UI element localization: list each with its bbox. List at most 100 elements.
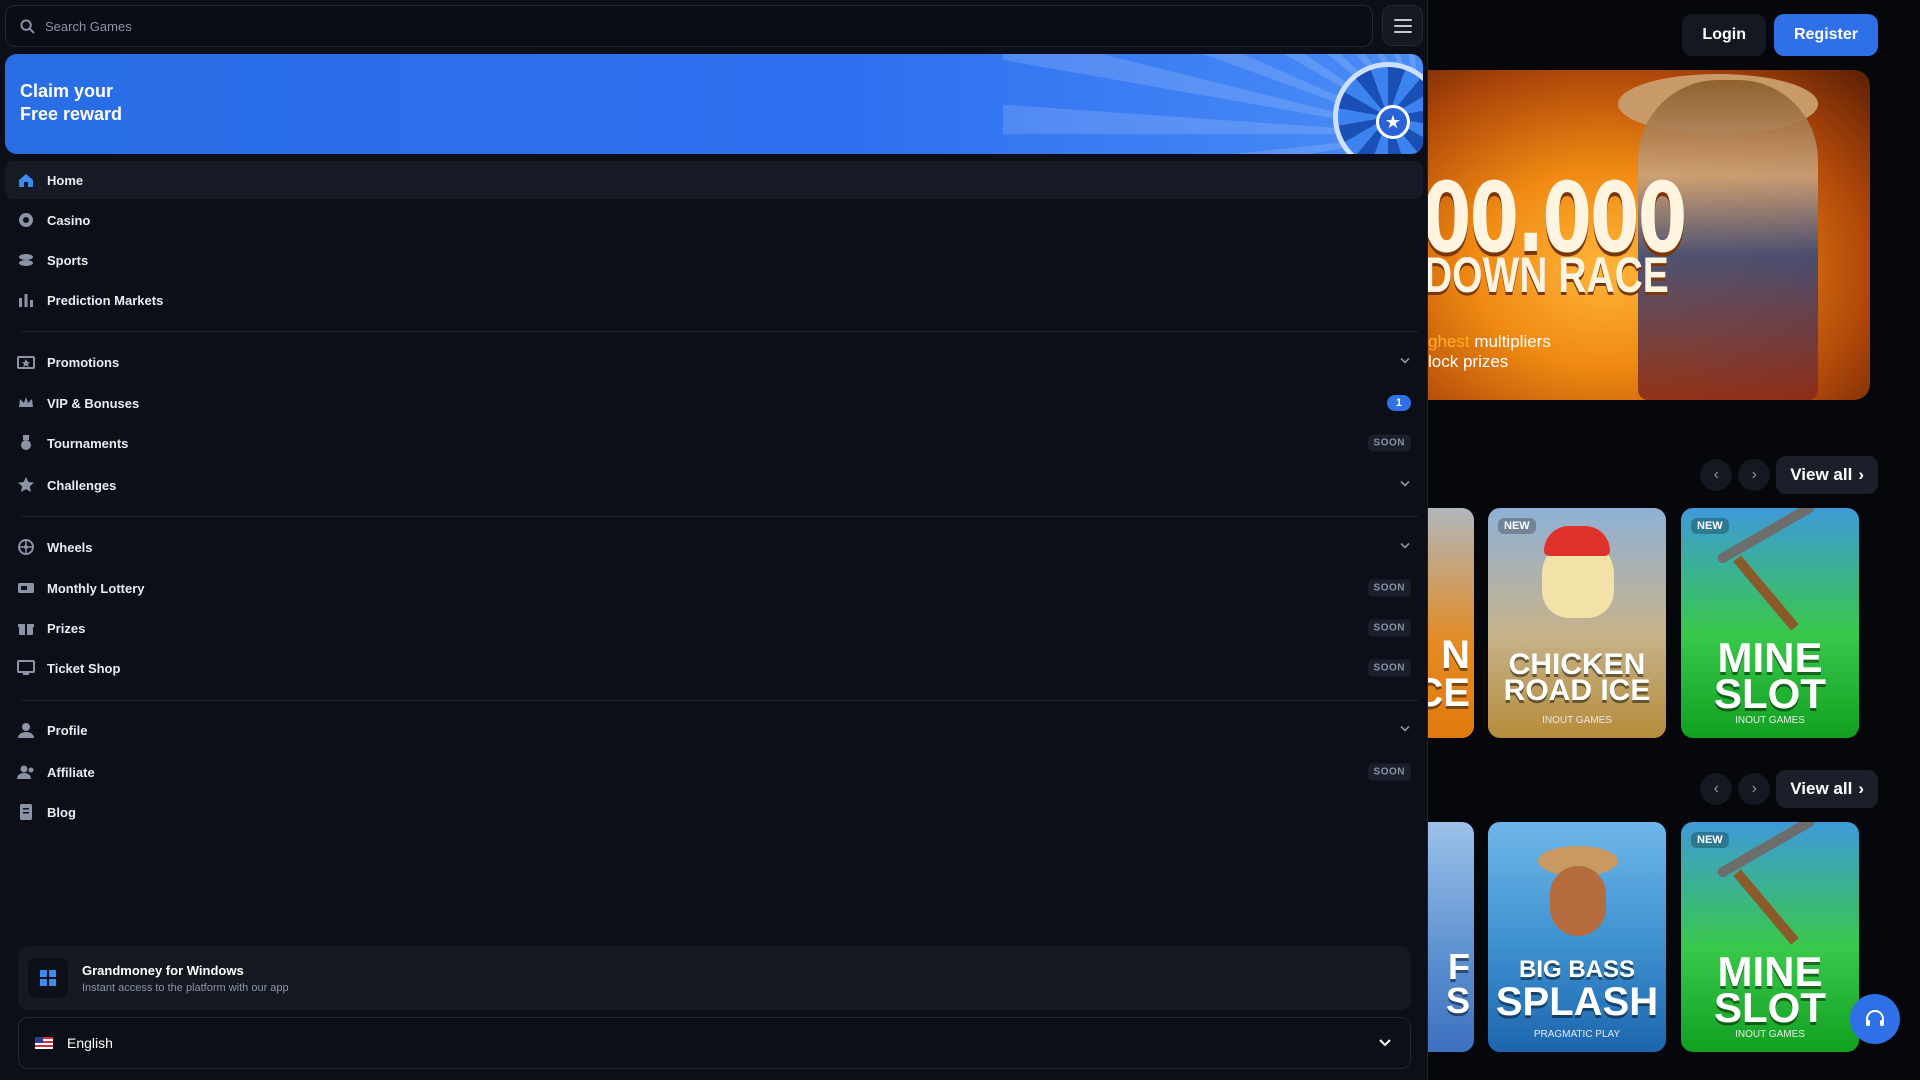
soon-badge: SOON [1367, 434, 1411, 452]
sidebar-item-label: Challenges [47, 477, 117, 493]
chevron-down-icon [1379, 1039, 1391, 1047]
us-flag-icon [35, 1037, 53, 1049]
row2-prev-button[interactable]: ‹ [1700, 773, 1733, 805]
nav-divider [20, 331, 1418, 332]
count-badge: 1 [1386, 395, 1411, 411]
sidebar-item-label: Ticket Shop [47, 660, 121, 676]
sidebar-item-challenges[interactable]: Challenges [5, 466, 1423, 504]
sidebar-item-label: VIP & Bonuses [47, 395, 140, 411]
soon-badge: SOON [1367, 659, 1411, 677]
game-card-mine-slot[interactable]: NEW MINE SLOT INOUT GAMES [1681, 822, 1859, 1052]
hero-subtitle-highlight: ghest [1428, 332, 1470, 351]
new-badge: NEW [1691, 832, 1729, 848]
gift-icon [17, 619, 35, 637]
menu-toggle-button[interactable] [1382, 5, 1423, 46]
document-icon [17, 803, 35, 821]
language-selector[interactable]: English [18, 1017, 1411, 1069]
row1-view-all-button[interactable]: View all › [1776, 456, 1878, 494]
hamburger-icon [1393, 18, 1412, 33]
hero-banner[interactable]: 00.000 DOWN RACE ghest multipliers lock … [1428, 70, 1870, 400]
chevron-down-icon [1399, 478, 1411, 493]
app-root: Login Register 00.000 DOWN RACE ghest mu… [0, 0, 1920, 1080]
soon-badge: SOON [1367, 763, 1411, 781]
row2-controls: ‹ › View all › [1700, 770, 1878, 808]
claim-reward-line2: Free reward [20, 104, 123, 124]
search-bar[interactable] [5, 5, 1373, 47]
support-chat-button[interactable] [1850, 994, 1900, 1044]
sidebar-item-prediction-markets[interactable]: Prediction Markets [5, 281, 1423, 319]
search-input[interactable] [45, 18, 1245, 34]
game-card-chicken-road-ice[interactable]: NEW CHICKEN ROAD ICE INOUT GAMES [1488, 508, 1666, 738]
sidebar-item-vip-bonuses[interactable]: VIP & Bonuses 1 [5, 384, 1423, 422]
hero-subtitle-rest: multipliers [1469, 332, 1551, 351]
sidebar: Claim your Free reward ★ Home Casino Sports… [0, 0, 1428, 1080]
row1-view-all-label: View all [1790, 465, 1853, 484]
chevron-down-icon [1399, 540, 1411, 555]
sidebar-item-casino[interactable]: Casino [5, 201, 1423, 239]
casino-chip-icon [17, 211, 35, 229]
sidebar-item-label: Promotions [47, 354, 120, 370]
main-content: Login Register 00.000 DOWN RACE ghest mu… [1398, 0, 1920, 1080]
sidebar-item-label: Affiliate [47, 764, 95, 780]
sidebar-item-ticket-shop[interactable]: Ticket Shop SOON [5, 649, 1423, 687]
row2-view-all-button[interactable]: View all › [1776, 770, 1878, 808]
star-icon [17, 476, 35, 494]
lottery-ticket-icon [17, 579, 35, 597]
sidebar-item-promotions[interactable]: Promotions [5, 343, 1423, 381]
sidebar-item-monthly-lottery[interactable]: Monthly Lottery SOON [5, 569, 1423, 607]
hero-subtitle-2: lock prizes [1428, 352, 1509, 371]
sidebar-item-label: Tournaments [47, 435, 129, 451]
headset-icon [1866, 1010, 1884, 1026]
sidebar-item-label: Wheels [47, 539, 93, 555]
row1-prev-button[interactable]: ‹ [1700, 459, 1733, 491]
soon-badge: SOON [1367, 619, 1411, 637]
nav-divider [20, 700, 1418, 701]
claim-reward-banner[interactable]: Claim your Free reward ★ [5, 54, 1423, 154]
user-icon [17, 721, 35, 739]
fisherman-illustration [1550, 866, 1606, 936]
row2-next-button[interactable]: › [1738, 773, 1771, 805]
users-icon [17, 763, 35, 781]
sidebar-item-tournaments[interactable]: Tournaments SOON [5, 424, 1423, 462]
pickaxe-handle-illustration [1733, 869, 1799, 945]
new-badge: NEW [1691, 518, 1729, 534]
sidebar-item-wheels[interactable]: Wheels [5, 528, 1423, 566]
game-card-provider: PRAGMATIC PLAY [1533, 1029, 1621, 1040]
claim-reward-title: Claim your Free reward [20, 80, 122, 126]
register-button[interactable]: Register [1773, 14, 1878, 56]
sidebar-item-affiliate[interactable]: Affiliate SOON [5, 753, 1423, 791]
medal-icon [17, 434, 35, 452]
app-banner-title: Grandmoney for Windows [82, 962, 244, 978]
sidebar-item-sports[interactable]: Sports [5, 241, 1423, 279]
star-icon: ★ [1376, 105, 1410, 139]
game-card-title-line2: SPLASH [1495, 980, 1659, 1024]
sidebar-item-label: Monthly Lottery [47, 580, 145, 596]
crown-icon [17, 394, 35, 412]
sidebar-item-blog[interactable]: Blog [5, 793, 1423, 831]
row1-next-button[interactable]: › [1738, 459, 1771, 491]
sidebar-item-label: Prizes [47, 620, 86, 636]
pickaxe-head-illustration [1715, 822, 1817, 879]
row1-controls: ‹ › View all › [1700, 456, 1878, 494]
sidebar-item-label: Prediction Markets [47, 292, 164, 308]
search-icon [20, 18, 35, 34]
sidebar-item-profile[interactable]: Profile [5, 711, 1423, 749]
pickaxe-head-illustration [1715, 508, 1817, 565]
sidebar-item-label: Profile [47, 722, 88, 738]
chevron-down-icon [1399, 355, 1411, 370]
auth-buttons: Login Register [1682, 14, 1878, 56]
windows-app-banner[interactable]: Grandmoney for Windows Instant access to… [18, 946, 1411, 1010]
sidebar-item-label: Casino [47, 212, 91, 228]
home-icon [17, 171, 35, 189]
game-card-big-bass-splash[interactable]: BIG BASS SPLASH PRAGMATIC PLAY [1488, 822, 1666, 1052]
chart-icon [17, 291, 35, 309]
sidebar-item-prizes[interactable]: Prizes SOON [5, 609, 1423, 647]
login-button[interactable]: Login [1682, 14, 1766, 56]
sidebar-item-home[interactable]: Home [5, 161, 1423, 199]
monitor-icon [17, 659, 35, 677]
pickaxe-handle-illustration [1733, 555, 1799, 631]
sidebar-item-label: Blog [47, 804, 76, 820]
game-card-mine-slot[interactable]: NEW MINE SLOT INOUT GAMES [1681, 508, 1859, 738]
chevron-right-icon: › [1858, 779, 1864, 798]
sports-icon [17, 251, 35, 269]
